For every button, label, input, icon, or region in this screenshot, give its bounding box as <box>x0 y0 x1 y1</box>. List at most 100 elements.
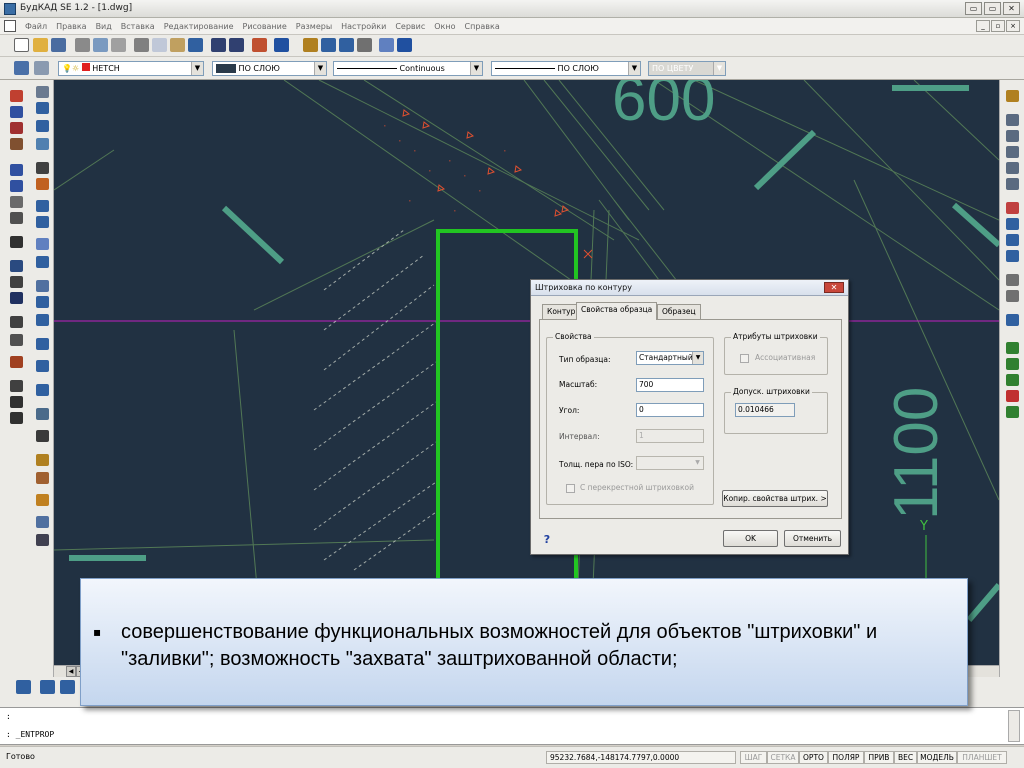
pattern-type-select[interactable]: Стандартный ▼ <box>636 351 704 365</box>
donut-icon[interactable] <box>10 276 23 288</box>
block-icon[interactable] <box>10 356 23 368</box>
eraser-icon[interactable] <box>36 454 49 466</box>
fillet-icon[interactable] <box>36 314 49 326</box>
snap-midpoint-icon[interactable] <box>1006 358 1019 370</box>
command-scrollbar[interactable] <box>1008 710 1020 742</box>
layer-icon[interactable] <box>321 38 336 52</box>
tolerance-input[interactable]: 0.010466 <box>735 403 795 417</box>
chevron-down-icon[interactable]: ▼ <box>628 62 640 75</box>
doc-restore-button[interactable]: ▫ <box>991 20 1005 32</box>
offset-icon[interactable] <box>36 138 49 150</box>
linetype-combo[interactable]: Continuous ▼ <box>333 61 483 76</box>
document-icon[interactable] <box>4 20 16 32</box>
zoom-window-icon[interactable] <box>1006 146 1019 158</box>
extend-icon[interactable] <box>36 256 49 268</box>
menu-view[interactable]: Вид <box>96 22 112 31</box>
menu-draw[interactable]: Рисование <box>243 22 287 31</box>
solid-icon[interactable] <box>10 334 23 346</box>
doc-close-button[interactable]: × <box>1006 20 1020 32</box>
match-properties-icon[interactable] <box>188 38 203 52</box>
snap-endpoint-icon[interactable] <box>1006 342 1019 354</box>
named-views-icon[interactable] <box>1006 234 1019 246</box>
arc-icon[interactable] <box>10 122 23 134</box>
snap-toggle[interactable]: ШАГ <box>740 751 767 764</box>
polygon-icon[interactable] <box>10 292 23 304</box>
chevron-down-icon[interactable]: ▼ <box>191 62 203 75</box>
menu-edit[interactable]: Правка <box>56 22 86 31</box>
trim-icon[interactable] <box>36 216 49 228</box>
menu-file[interactable]: Файл <box>25 22 47 31</box>
properties-icon[interactable] <box>357 38 372 52</box>
zoom-in-icon[interactable] <box>1006 114 1019 126</box>
aligned-dimension-icon[interactable] <box>40 680 55 694</box>
tab-pattern-properties[interactable]: Свойства образца <box>576 302 658 320</box>
scale-input[interactable]: 700 <box>636 378 704 392</box>
properties-edit-icon[interactable] <box>36 534 49 546</box>
osnap-toggle[interactable]: ПРИВ <box>864 751 894 764</box>
print-icon[interactable] <box>75 38 90 52</box>
ok-button[interactable]: OK <box>723 530 778 547</box>
tab-contour[interactable]: Контур <box>542 304 581 319</box>
menu-modify[interactable]: Редактирование <box>164 22 234 31</box>
snap-settings-icon[interactable] <box>1006 406 1019 418</box>
copy-properties-button[interactable]: Копир. свойства штрих. > <box>722 490 828 507</box>
command-prompt[interactable]: : _ENTPROP <box>6 730 54 739</box>
ellipse-icon[interactable] <box>10 180 23 192</box>
redo-icon[interactable] <box>229 38 244 52</box>
menu-help[interactable]: Справка <box>465 22 500 31</box>
line-icon[interactable] <box>10 90 23 102</box>
menu-window[interactable]: Окно <box>434 22 455 31</box>
view-icon[interactable] <box>1006 250 1019 262</box>
lineweight-toggle[interactable]: ВЕС <box>894 751 917 764</box>
cross-hatch-checkbox[interactable] <box>566 484 575 493</box>
doc-minimize-button[interactable]: _ <box>976 20 990 32</box>
hatch-icon[interactable] <box>10 196 23 208</box>
explode-icon[interactable] <box>36 338 49 350</box>
polyline-icon[interactable] <box>10 106 23 118</box>
find-icon[interactable] <box>1006 274 1019 286</box>
align-icon[interactable] <box>36 408 49 420</box>
menu-settings[interactable]: Настройки <box>341 22 386 31</box>
polar-toggle[interactable]: ПОЛЯР <box>828 751 864 764</box>
layer-manager-icon[interactable] <box>303 38 318 52</box>
restore-button[interactable]: ▭ <box>984 2 1001 15</box>
tablet-toggle[interactable]: ПЛАНШЕТ <box>957 751 1007 764</box>
preview-icon[interactable] <box>93 38 108 52</box>
scale-icon[interactable] <box>36 178 49 190</box>
clock-icon[interactable] <box>397 38 412 52</box>
join-icon[interactable] <box>36 360 49 372</box>
layers-icon[interactable] <box>14 61 29 75</box>
minimize-button[interactable]: ▭ <box>965 2 982 15</box>
model-toggle[interactable]: МОДЕЛЬ <box>917 751 957 764</box>
angular-dimension-icon[interactable] <box>60 680 75 694</box>
snap-clear-icon[interactable] <box>1006 390 1019 402</box>
menu-dimensions[interactable]: Размеры <box>296 22 332 31</box>
pedit-icon[interactable] <box>36 516 49 528</box>
zoom-all-icon[interactable] <box>1006 162 1019 174</box>
paste-icon[interactable] <box>170 38 185 52</box>
command-window[interactable]: : : _ENTPROP <box>0 707 1024 745</box>
region-icon[interactable] <box>10 212 23 224</box>
menu-tools[interactable]: Сервис <box>395 22 425 31</box>
undo-icon[interactable] <box>211 38 226 52</box>
design-center-icon[interactable] <box>379 38 394 52</box>
scroll-first-icon[interactable]: ◀ <box>66 666 76 677</box>
linear-dimension-icon[interactable] <box>16 680 31 694</box>
lineweight-combo[interactable]: ПО СЛОЮ ▼ <box>491 61 641 76</box>
chamfer-icon[interactable] <box>36 296 49 308</box>
break-icon[interactable] <box>36 280 49 292</box>
copy-object-icon[interactable] <box>36 102 49 114</box>
grid-toggle[interactable]: СЕТКА <box>767 751 799 764</box>
rotate-icon[interactable] <box>36 162 49 174</box>
text-edit-icon[interactable] <box>36 472 49 484</box>
mirror-icon[interactable] <box>36 120 49 132</box>
angle-input[interactable]: 0 <box>636 403 704 417</box>
orbit-icon[interactable] <box>1006 218 1019 230</box>
cut-icon[interactable] <box>134 38 149 52</box>
help-button[interactable]: ? <box>540 532 554 549</box>
menu-insert[interactable]: Вставка <box>121 22 155 31</box>
edit-icon[interactable] <box>36 494 49 506</box>
circle-icon[interactable] <box>10 164 23 176</box>
help-icon[interactable] <box>274 38 289 52</box>
dialog-titlebar[interactable]: Штриховка по контуру ✕ <box>531 280 848 296</box>
